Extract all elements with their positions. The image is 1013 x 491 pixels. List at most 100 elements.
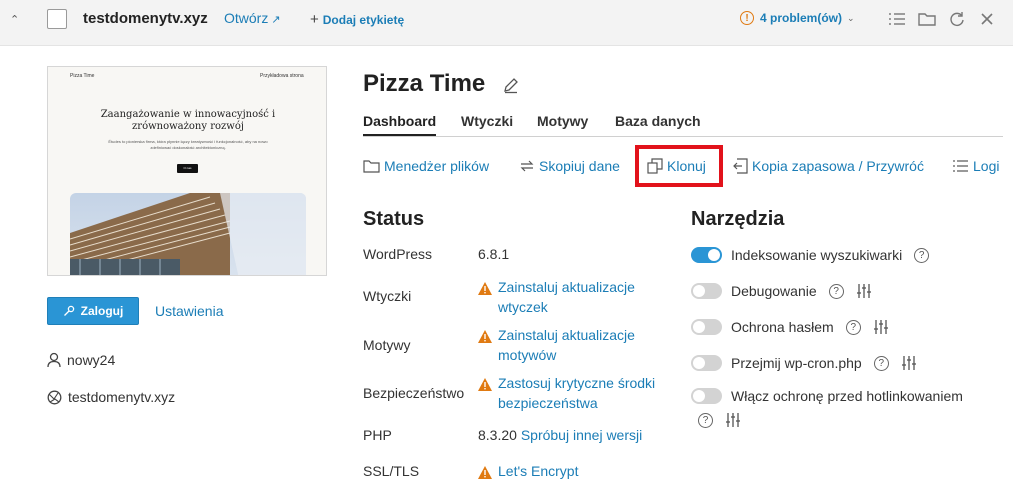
debugging-label: Debugowanie (731, 283, 817, 299)
wordpress-version: 6.8.1 (478, 246, 510, 262)
backup-restore-button[interactable]: Kopia zapasowa / Przywróć (733, 158, 924, 174)
chevron-up-icon[interactable]: ⌃ (10, 13, 19, 26)
wp-cron-label: Przejmij wp-cron.php (731, 355, 862, 371)
warning-triangle-icon (478, 373, 498, 413)
problems-label: 4 problem(ów) (760, 11, 843, 25)
refresh-icon[interactable] (946, 9, 968, 29)
site-tabs: Dashboard Wtyczki Motywy Baza danych (363, 113, 1003, 137)
install-plugin-updates-link[interactable]: Zainstaluj aktualizacje wtyczek (478, 277, 678, 317)
search-indexing-toggle[interactable] (691, 247, 722, 263)
debugging-toggle[interactable] (691, 283, 722, 299)
tab-plugins[interactable]: Wtyczki (461, 113, 513, 136)
install-theme-updates-link[interactable]: Zainstaluj aktualizacje motywów (478, 325, 678, 365)
logs-label: Logi (973, 158, 1000, 174)
tool-password-protection: Ochrona hasłem ? (691, 319, 889, 335)
sliders-icon[interactable] (856, 283, 872, 299)
preview-nav-label: Przykładowa strona (260, 73, 304, 79)
settings-link[interactable]: Ustawienia (155, 303, 223, 319)
status-heading: Status (363, 208, 425, 230)
ssl-label: SSL/TLS (363, 463, 420, 479)
help-icon[interactable]: ? (845, 319, 861, 335)
try-other-version-link[interactable]: Spróbuj innej wersji (521, 427, 642, 443)
login-label: Zaloguj (80, 304, 124, 318)
security-label: Bezpieczeństwo (363, 385, 465, 401)
tool-wp-cron: Przejmij wp-cron.php ? (691, 355, 917, 371)
tool-debugging: Debugowanie ? (691, 283, 872, 299)
wp-cron-toggle[interactable] (691, 355, 722, 371)
tool-hotlink-protection: Włącz ochronę przed hotlinkowaniem (691, 388, 963, 404)
install-plugin-updates-text: Zainstaluj aktualizacje wtyczek (498, 279, 635, 315)
add-tag-button[interactable]: + Dodaj etykietę (310, 11, 404, 28)
domain-row: testdomenytv.xyz (47, 389, 175, 405)
sync-icon (520, 160, 534, 172)
password-protection-toggle[interactable] (691, 319, 722, 335)
hotlink-protection-toggle[interactable] (691, 388, 722, 404)
warning-triangle-icon (478, 277, 498, 317)
header-icon-group (886, 9, 998, 29)
themes-label: Motywy (363, 337, 411, 353)
hotlink-protection-label: Włącz ochronę przed hotlinkowaniem (731, 388, 963, 404)
chevron-down-icon: ⌄ (847, 12, 855, 23)
tool-hotlink-controls: ? (686, 412, 741, 428)
key-icon (63, 305, 74, 316)
list-icon[interactable] (886, 9, 908, 29)
help-icon[interactable]: ? (914, 247, 930, 263)
warning-triangle-icon (478, 461, 498, 484)
close-icon[interactable] (976, 9, 998, 29)
help-icon[interactable]: ? (698, 412, 713, 428)
external-link-icon: ↗ (271, 14, 281, 26)
pencil-icon[interactable] (502, 76, 520, 97)
user-icon (47, 352, 61, 368)
preview-heading: Zaangażowanie w innowacyjność i zrównowa… (100, 109, 276, 132)
warning-triangle-icon (478, 325, 498, 365)
page-title: Pizza Time (363, 70, 486, 97)
plus-icon: + (310, 11, 319, 28)
tools-heading: Narzędzia (691, 208, 785, 230)
php-version: 8.3.20 (478, 427, 517, 443)
password-protection-label: Ochrona hasłem (731, 319, 834, 335)
clone-highlight-box (635, 145, 723, 187)
backup-icon (733, 158, 748, 174)
user-row: nowy24 (47, 352, 115, 368)
help-icon[interactable]: ? (873, 355, 889, 371)
user-name: nowy24 (67, 352, 116, 368)
select-checkbox[interactable] (47, 9, 67, 29)
tab-themes[interactable]: Motywy (537, 113, 588, 136)
sliders-icon[interactable] (901, 355, 917, 371)
list-icon (953, 160, 968, 172)
copy-data-label: Skopiuj dane (539, 158, 620, 174)
login-button[interactable]: Zaloguj (47, 297, 139, 325)
sliders-icon[interactable] (873, 319, 889, 335)
sliders-icon[interactable] (725, 412, 741, 428)
help-icon[interactable]: ? (828, 283, 844, 299)
copy-data-button[interactable]: Skopiuj dane (519, 158, 620, 174)
preview-site-name: Pizza Time (70, 73, 95, 79)
php-row: 8.3.20 Spróbuj innej wersji (478, 425, 642, 445)
ssl-value: Let's Encrypt (498, 463, 579, 479)
open-site-link[interactable]: Otwórz ↗ (224, 10, 281, 26)
preview-button: O nas (177, 164, 198, 173)
open-label: Otwórz (224, 10, 269, 26)
apply-security-link[interactable]: Zastosuj krytyczne środki bezpieczeństwa (478, 373, 678, 413)
add-tag-label: Dodaj etykietę (322, 13, 405, 27)
logs-button[interactable]: Logi (952, 158, 999, 174)
tool-search-indexing: Indeksowanie wyszukiwarki ? (691, 247, 930, 263)
php-label: PHP (363, 427, 392, 443)
problems-dropdown[interactable]: ! 4 problem(ów) ⌄ (740, 11, 855, 25)
tab-database[interactable]: Baza danych (615, 113, 701, 136)
plugins-label: Wtyczki (363, 288, 412, 304)
preview-building-image (70, 193, 306, 275)
wordpress-label: WordPress (363, 246, 432, 262)
file-manager-label: Menedżer plików (384, 158, 490, 174)
ssl-link[interactable]: Let's Encrypt (478, 461, 678, 484)
file-manager-button[interactable]: Menedżer plików (363, 158, 489, 174)
search-indexing-label: Indeksowanie wyszukiwarki (731, 247, 903, 263)
folder-icon (363, 160, 380, 173)
folder-icon[interactable] (916, 9, 938, 29)
install-theme-updates-text: Zainstaluj aktualizacje motywów (498, 327, 635, 363)
tab-dashboard[interactable]: Dashboard (363, 113, 437, 136)
domain-text: testdomenytv.xyz (68, 389, 176, 405)
globe-icon (47, 390, 62, 404)
site-preview-thumbnail[interactable]: Pizza Time Przykładowa strona Zaangażowa… (47, 66, 327, 276)
warning-circle-icon: ! (740, 11, 754, 25)
